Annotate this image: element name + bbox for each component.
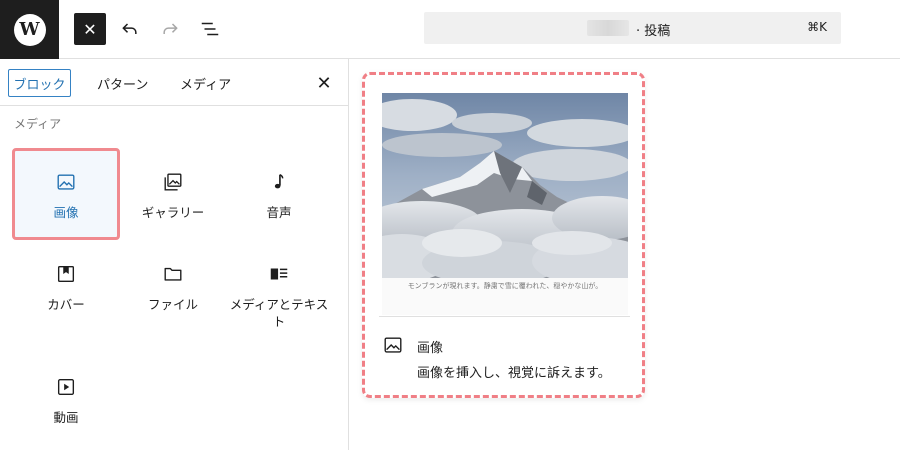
category-heading: メディア [14, 117, 62, 131]
inserter-tabs: ブロック パターン メディア ✕ [0, 59, 348, 106]
block-item-video[interactable]: 動画 [12, 353, 120, 445]
preview-block-title: 画像 [417, 341, 444, 356]
image-caption: モンブランが現れます。静粛で雪に覆われた、穏やかな山が。 [407, 282, 603, 290]
list-view-icon [201, 22, 219, 36]
preview-divider [379, 316, 630, 317]
block-preview: モンブランが現れます。静粛で雪に覆われた、穏やかな山が。 [382, 93, 628, 315]
image-icon [382, 334, 406, 358]
undo-button[interactable] [114, 13, 146, 45]
close-inserter-button[interactable]: ✕ [74, 13, 106, 45]
block-item-label: ファイル [147, 297, 198, 312]
command-shortcut: ⌘K [807, 20, 827, 34]
document-overview-button[interactable] [194, 13, 226, 45]
preview-block-description: 画像を挿入し、視覚に訴えます。 [417, 366, 611, 381]
block-item-image[interactable]: 画像 [12, 148, 120, 240]
command-palette-bar[interactable]: · 投稿 ⌘K [424, 12, 841, 44]
media-text-icon [267, 262, 291, 286]
block-item-label: 動画 [53, 410, 79, 425]
blurred-title [587, 20, 629, 36]
tab-blocks[interactable]: ブロック [8, 69, 71, 97]
block-item-label: メディアとテキスト [229, 297, 329, 329]
tab-media[interactable]: メディア [180, 69, 231, 97]
block-inserter-panel: ブロック パターン メディア ✕ メディア 画像 ギャラリー 音声 カバー ファ… [0, 59, 349, 450]
block-item-gallery[interactable]: ギャラリー [119, 148, 227, 240]
wordpress-logo-icon: W [13, 13, 46, 46]
close-icon: ✕ [316, 72, 332, 94]
wordpress-logo-button[interactable]: W [0, 0, 59, 59]
block-item-audio[interactable]: 音声 [225, 148, 333, 240]
block-preview-card: モンブランが現れます。静粛で雪に覆われた、穏やかな山が。 画像 画像を挿入し、視… [362, 72, 645, 398]
tab-patterns[interactable]: パターン [97, 69, 148, 97]
close-icon: ✕ [83, 19, 97, 39]
block-item-media-text[interactable]: メディアとテキスト [225, 240, 333, 332]
block-item-label: ギャラリー [141, 205, 205, 220]
block-item-cover[interactable]: カバー [12, 240, 120, 332]
block-item-label: 画像 [53, 205, 79, 220]
block-item-file[interactable]: ファイル [119, 240, 227, 332]
close-panel-button[interactable]: ✕ [312, 69, 336, 97]
undo-icon [122, 23, 137, 34]
video-icon [54, 375, 78, 399]
block-item-label: 音声 [266, 205, 292, 220]
audio-icon [267, 170, 291, 194]
gallery-icon [161, 170, 185, 194]
editor-header: W ✕ · 投稿 ⌘K [0, 0, 900, 59]
image-icon [54, 170, 78, 194]
file-icon [161, 262, 185, 286]
block-item-label: カバー [47, 297, 85, 312]
redo-button[interactable] [154, 13, 186, 45]
redo-icon [163, 23, 178, 34]
cover-icon [54, 262, 78, 286]
document-title: · 投稿 [636, 24, 671, 39]
mountain-photo [382, 93, 628, 278]
